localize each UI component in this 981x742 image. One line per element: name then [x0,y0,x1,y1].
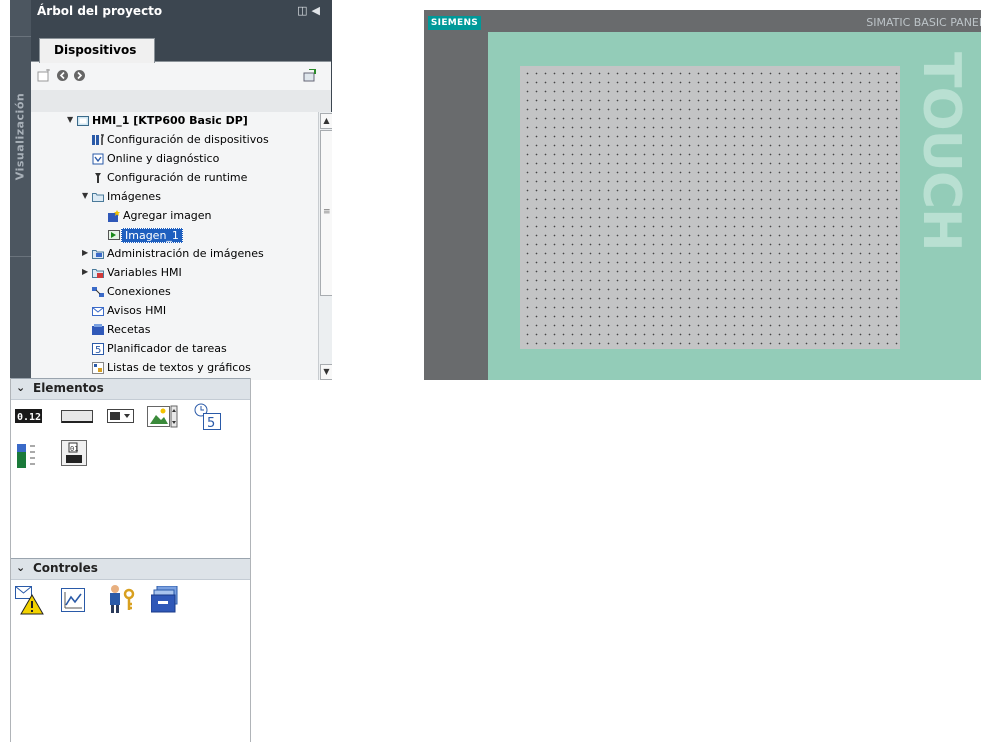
tree-item-label: Agregar imagen [123,209,212,222]
button-element-icon[interactable] [61,406,93,436]
tree-item-label: Administración de imágenes [107,247,264,260]
expander-closed-icon[interactable]: ▶ [82,267,88,276]
elements-section-header[interactable]: ⌄ Elementos [11,378,250,400]
tree-item-label: Online y diagnóstico [107,152,220,165]
tree-item-screens[interactable]: ▼ Imágenes [31,188,315,207]
pane-layout-icon[interactable]: ◫ [297,4,311,17]
user-view-icon[interactable] [107,584,137,614]
hmi-alarms-icon [92,305,104,317]
tree-item-label: Configuración de dispositivos [107,133,269,146]
add-screen-icon [108,210,120,222]
graphic-io-field-icon[interactable] [147,404,178,434]
hmi-device-icon [77,115,89,127]
tree-item-label: Conexiones [107,285,171,298]
alarm-view-icon[interactable] [15,586,45,616]
recipe-view-icon[interactable] [150,585,181,616]
bar-element-icon[interactable] [17,442,47,472]
text-graphic-lists-icon [92,362,104,374]
symbolic-io-field-icon[interactable] [107,406,137,436]
header-controls: ◫◀ [297,4,324,17]
scroll-up-icon[interactable]: ▲ [320,113,332,129]
siemens-logo: SIEMENS [428,16,481,30]
tree-item-add-screen[interactable]: Agregar imagen [31,207,315,226]
screen-icon [108,229,120,241]
tree-item-label: Listas de textos y gráficos [107,361,251,374]
tree-item-label: Imagen_1 [121,228,183,243]
recipes-icon [92,324,104,336]
io-field-icon[interactable]: 0.12 [15,406,45,436]
tree-item-online-diagnostics[interactable]: Online y diagnóstico [31,150,315,169]
controls-section-header[interactable]: ⌄ Controles [11,558,250,580]
connections-icon [92,286,104,298]
back-icon[interactable] [56,69,69,85]
tab-devices-label: Dispositivos [54,43,137,57]
tree-item-label: Recetas [107,323,151,336]
device-config-icon [92,134,105,146]
project-tree-spacer [31,90,331,112]
visualization-side-label: Visualización [13,92,27,181]
hmi-screen-canvas[interactable] [520,66,900,349]
svg-text:5: 5 [207,416,215,431]
tree-item-hmi-1[interactable]: ▼ HMI_1 [KTP600 Basic DP] [31,112,315,131]
side-tab-divider [10,256,31,257]
scheduler-icon: 5 [92,343,104,356]
expander-open-icon[interactable]: ▼ [82,191,88,200]
chevron-down-icon[interactable]: ⌄ [16,561,25,574]
tree-item-hmi-tags[interactable]: ▶ Variables HMI [31,264,315,283]
scroll-grip-icon: ≡ [323,207,331,217]
tree-item-label: Avisos HMI [107,304,167,317]
tree-item-label: Variables HMI [107,266,182,279]
project-tree-title: Árbol del proyecto [37,4,163,18]
hmi-device-panel: SIEMENS SIMATIC BASIC PANEL TOUCH [424,10,981,380]
tree-item-screen-management[interactable]: ▶ Administración de imágenes [31,245,315,264]
tree-item-recipes[interactable]: Recetas [31,321,315,340]
scroll-thumb[interactable]: ≡ [320,130,332,296]
download-to-device-icon[interactable] [303,68,317,85]
project-tree-list: ▼ HMI_1 [KTP600 Basic DP] Configuración … [31,112,315,380]
tree-item-task-scheduler[interactable]: 5 Planificador de tareas [31,340,315,359]
forward-icon[interactable] [73,69,86,85]
svg-text:01: 01 [70,445,78,453]
tree-item-label: Planificador de tareas [107,342,227,355]
svg-text:5: 5 [95,345,101,355]
online-diagnostics-icon [92,153,104,165]
project-tree-panel: Visualización Árbol del proyecto ◫◀ Disp… [10,0,332,380]
tree-item-label: HMI_1 [KTP600 Basic DP] [92,114,248,127]
project-tree-body: ▼ HMI_1 [KTP600 Basic DP] Configuración … [31,61,332,380]
scroll-down-icon[interactable]: ▼ [320,364,332,380]
project-tree-header: Árbol del proyecto ◫◀ [31,0,332,36]
trend-view-icon[interactable] [61,588,91,618]
collapse-left-icon[interactable]: ◀ [312,4,324,17]
tree-item-runtime-configuration[interactable]: Configuración de runtime [31,169,315,188]
hmi-tags-icon [92,267,104,279]
project-tree-toolbar [31,62,331,90]
new-group-icon[interactable] [37,69,51,85]
panel-model-label: SIMATIC BASIC PANEL [866,16,981,29]
tree-item-label: Configuración de runtime [107,171,248,184]
hmi-screen-frame: TOUCH [488,32,981,380]
runtime-config-icon [92,172,104,184]
tree-item-connections[interactable]: Conexiones [31,283,315,302]
tree-item-label: Imágenes [107,190,161,203]
visualization-side-tab[interactable]: Visualización [10,0,31,380]
expander-closed-icon[interactable]: ▶ [82,248,88,257]
date-time-field-icon[interactable]: 5 [193,402,223,432]
switch-element-icon[interactable]: 01 [61,440,91,470]
tree-vertical-scrollbar[interactable]: ▲ ≡ ▼ [318,112,332,380]
touch-label: TOUCH [911,52,971,251]
toolbox-panel: ⌄ Elementos 0.12 5 01 ⌄ Controles [10,378,251,742]
tab-devices[interactable]: Dispositivos [39,38,155,63]
tree-item-device-configuration[interactable]: Configuración de dispositivos [31,131,315,150]
expander-open-icon[interactable]: ▼ [67,115,73,124]
tree-item-text-graphic-lists[interactable]: Listas de textos y gráficos [31,359,315,378]
controls-section-title: Controles [33,561,98,575]
tree-item-hmi-alarms[interactable]: Avisos HMI [31,302,315,321]
folder-icon [92,191,104,203]
chevron-down-icon[interactable]: ⌄ [16,381,25,394]
tree-item-screen-1[interactable]: Imagen_1 [31,226,315,245]
screen-management-icon [92,248,104,260]
svg-text:0.12: 0.12 [17,412,41,423]
elements-section-title: Elementos [33,381,104,395]
